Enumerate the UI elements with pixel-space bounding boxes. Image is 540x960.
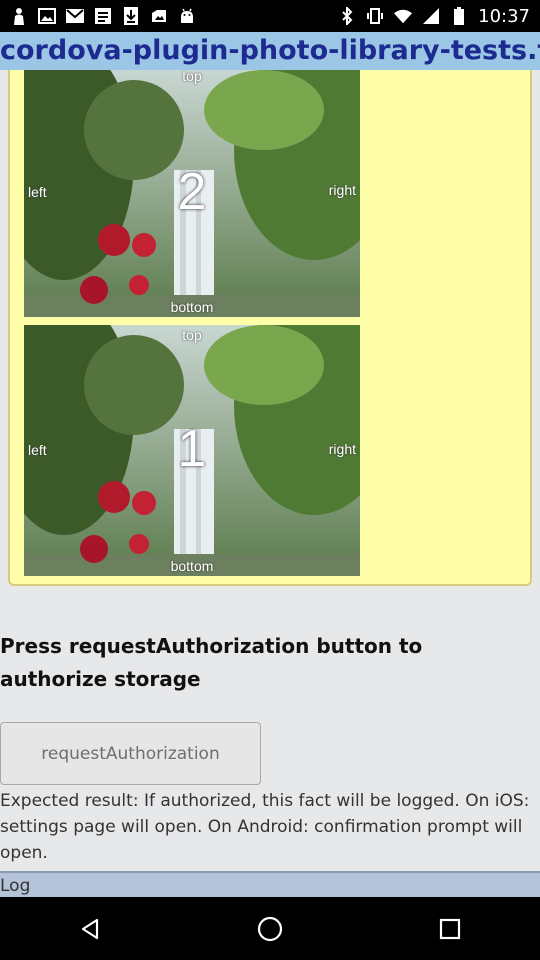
log-label: Log — [0, 876, 31, 896]
android-icon — [178, 7, 196, 25]
page-header: cordova-plugin-photo-library-tests.tes — [0, 32, 540, 70]
recents-icon — [439, 918, 461, 939]
photo-label-left: left — [28, 442, 47, 458]
person-icon — [10, 7, 28, 25]
gmail-icon — [66, 7, 84, 25]
bluetooth-icon — [338, 7, 356, 25]
navigation-bar — [0, 897, 540, 960]
photo-label-top: top — [182, 327, 202, 343]
back-icon — [81, 918, 99, 939]
document-icon — [94, 7, 112, 25]
log-panel[interactable]: Log — [0, 871, 540, 897]
status-bar: 10:37 — [0, 0, 540, 32]
photo-number: 2 — [177, 163, 207, 221]
download-icon — [122, 7, 140, 25]
test-instruction: Press requestAuthorization button to aut… — [0, 634, 423, 691]
gallery-photo[interactable]: top left right bottom 1 — [24, 325, 360, 576]
photo-number: 1 — [177, 420, 207, 478]
home-button[interactable] — [240, 899, 300, 959]
wifi-icon — [394, 7, 413, 25]
home-icon — [257, 916, 283, 941]
system-status-icons: 10:37 — [338, 6, 530, 27]
clock: 10:37 — [478, 5, 530, 27]
expected-result-text: Expected result: If authorized, this fac… — [0, 791, 530, 863]
photos-icon — [150, 7, 168, 25]
signal-icon — [422, 7, 440, 25]
recents-button[interactable] — [420, 899, 480, 959]
battery-icon — [450, 7, 468, 25]
photo-label-right: right — [328, 441, 356, 457]
request-authorization-button[interactable]: requestAuthorization — [0, 722, 261, 785]
photo-gallery: top left right bottom 2 top left right b… — [8, 70, 532, 586]
notification-icons — [10, 7, 196, 25]
back-button[interactable] — [60, 899, 120, 959]
vibrate-icon — [366, 7, 384, 25]
photo-label-right: right — [328, 182, 356, 198]
photo-label-bottom: bottom — [170, 299, 214, 315]
image-icon — [38, 7, 56, 25]
gallery-photo[interactable]: top left right bottom 2 — [24, 70, 360, 317]
photo-label-left: left — [28, 184, 47, 200]
page-title: cordova-plugin-photo-library-tests.tes — [0, 35, 540, 66]
photo-label-top: top — [182, 70, 202, 84]
photo-label-bottom: bottom — [170, 558, 214, 574]
